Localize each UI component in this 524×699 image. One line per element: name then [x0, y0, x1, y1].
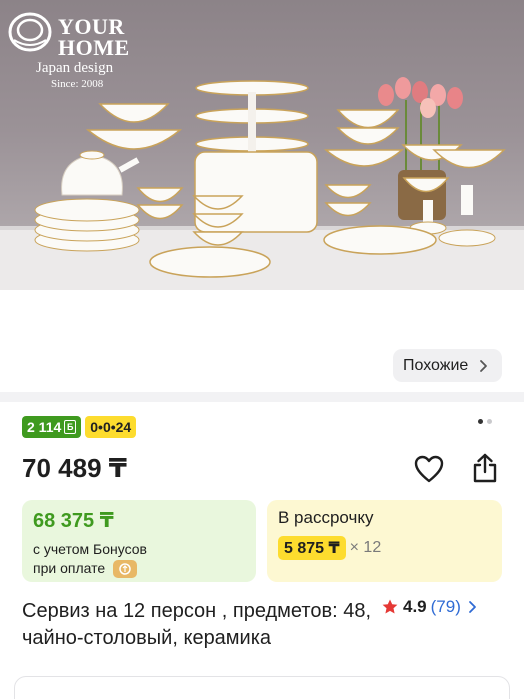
similar-products-button[interactable]: Похожие — [393, 349, 503, 382]
chevron-right-icon — [480, 359, 488, 372]
bonus-line1: с учетом Бонусов — [33, 541, 147, 557]
gallery-pagination — [478, 419, 492, 424]
bonus-line2: при оплате — [33, 560, 106, 576]
brand-name-line2: HOME — [58, 35, 130, 60]
section-divider — [0, 392, 524, 402]
product-price: 70 489 ₸ — [22, 453, 127, 483]
similar-products-label: Похожие — [403, 356, 469, 374]
gallery-dot-2 — [487, 419, 492, 424]
star-icon — [382, 599, 398, 614]
bonus-price: 68 375 ₸ — [33, 510, 114, 532]
share-icon[interactable] — [469, 452, 501, 484]
bonus-line2-row: при оплате — [33, 559, 245, 579]
brand-watermark: YOUR HOME Japan design Since: 2008 — [8, 10, 158, 90]
product-title: Сервиз на 12 персон , предметов: 48, чай… — [22, 600, 371, 649]
rating-link[interactable]: 4.9 (79) — [381, 597, 479, 617]
coin-icon: Б — [64, 420, 77, 434]
brand-tagline: Japan design — [36, 60, 114, 76]
bonus-badge-amount: 2 114 — [27, 419, 62, 435]
product-page: YOUR HOME Japan design Since: 2008 Похож… — [0, 0, 524, 699]
plate-stack-logo-icon — [8, 12, 52, 52]
installment-multiplier: × 12 — [349, 539, 382, 556]
rating-value: 4.9 — [403, 597, 427, 616]
reviews-count: (79) — [430, 597, 461, 616]
installment-amount: 5 875 ₸ — [278, 536, 346, 560]
gallery-dot-1 — [478, 419, 483, 424]
next-section-card — [14, 676, 510, 699]
bonus-description: с учетом Бонусов при оплате — [33, 540, 245, 579]
bonus-badge: 2 114 Б — [22, 416, 82, 438]
promo-badges: 2 114 Б 0•0•24 — [22, 416, 137, 438]
installment-badge-code: 0•0•24 — [90, 419, 132, 435]
bonus-price-card[interactable]: 68 375 ₸ с учетом Бонусов при оплате — [22, 500, 256, 582]
installment-card[interactable]: В рассрочку 5 875 ₸ × 12 — [267, 500, 502, 582]
installment-label: В рассрочку — [278, 508, 374, 527]
chevron-right-icon — [468, 601, 476, 613]
product-image[interactable]: YOUR HOME Japan design Since: 2008 — [0, 0, 524, 290]
wallet-icon — [113, 560, 138, 579]
installment-badge: 0•0•24 — [85, 416, 137, 438]
installment-row: 5 875 ₸ × 12 — [278, 536, 491, 560]
brand-since: Since: 2008 — [51, 78, 104, 90]
heart-icon[interactable] — [413, 454, 445, 484]
